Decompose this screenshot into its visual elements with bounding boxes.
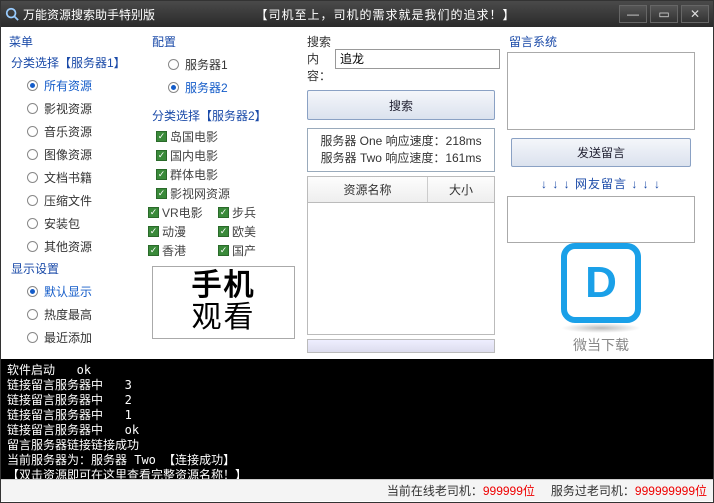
category-radio-2[interactable]: 音乐资源 xyxy=(7,120,140,143)
center-panel: 搜索内容： 搜索 服务器 One 响应速度：218ms 服务器 Two 响应速度… xyxy=(301,27,501,359)
category-radio-6[interactable]: 安装包 xyxy=(7,212,140,235)
friends-msg-label: ↓ ↓ ↓ 网友留言 ↓ ↓ ↓ xyxy=(507,171,695,196)
search-input[interactable] xyxy=(335,49,500,69)
watermark-text: 微当下载 xyxy=(573,335,629,355)
app-title: 万能资源搜索助手特别版 xyxy=(23,6,155,23)
cat2-check-3[interactable]: ✓影视网资源 xyxy=(148,184,299,203)
category-radio-4[interactable]: 文档书籍 xyxy=(7,166,140,189)
cat2l-check-0[interactable]: ✓VR电影 xyxy=(148,203,218,222)
cat2-check-0[interactable]: ✓岛国电影 xyxy=(148,127,299,146)
speed-line2: 服务器 Two 响应速度：161ms xyxy=(312,150,490,167)
main-area: 菜单 分类选择【服务器1】 所有资源影视资源音乐资源图像资源文档书籍压缩文件安装… xyxy=(1,27,713,359)
category-radio-3[interactable]: 图像资源 xyxy=(7,143,140,166)
search-label: 搜索内容： xyxy=(307,33,331,84)
minimize-button[interactable]: ― xyxy=(619,5,647,23)
config-label: 配置 xyxy=(152,33,299,50)
online-label: 当前在线老司机： xyxy=(387,484,483,498)
speed-line1: 服务器 One 响应速度：218ms xyxy=(312,133,490,150)
promo-box[interactable]: 手机 观看 xyxy=(152,266,295,339)
display-group-label: 显示设置 xyxy=(11,260,140,277)
server-radio-0[interactable]: 服务器1 xyxy=(148,53,299,76)
cat2l-check-1[interactable]: ✓动漫 xyxy=(148,222,218,241)
console-log: 软件启动 ok 链接留言服务器中 3 链接留言服务器中 2 链接留言服务器中 1… xyxy=(1,359,713,479)
category2-label: 分类选择【服务器2】 xyxy=(152,107,299,124)
maximize-button[interactable]: ▭ xyxy=(650,5,678,23)
cat2r-check-0[interactable]: ✓步兵 xyxy=(218,203,288,222)
promo-line2: 观看 xyxy=(155,301,292,334)
category-group-label: 分类选择【服务器1】 xyxy=(11,54,140,71)
cat2l-check-2[interactable]: ✓香港 xyxy=(148,241,218,260)
menu-title: 菜单 xyxy=(9,33,140,50)
promo-line1: 手机 xyxy=(155,271,292,301)
message-list[interactable] xyxy=(507,196,695,243)
category-radio-1[interactable]: 影视资源 xyxy=(7,97,140,120)
served-value: 999999999位 xyxy=(635,484,707,498)
online-value: 999999位 xyxy=(483,484,535,498)
category-radio-7[interactable]: 其他资源 xyxy=(7,235,140,258)
cat2-check-2[interactable]: ✓群体电影 xyxy=(148,165,299,184)
titlebar: 万能资源搜索助手特别版 【司机至上，司机的需求就是我们的追求！】 ― ▭ ✕ xyxy=(1,1,713,27)
cat2r-check-2[interactable]: ✓国产 xyxy=(218,241,288,260)
server-radio-1[interactable]: 服务器2 xyxy=(148,76,299,99)
watermark-logo: D xyxy=(561,243,641,323)
display-radio-0[interactable]: 默认显示 xyxy=(7,280,140,303)
result-list[interactable] xyxy=(307,203,495,335)
display-radio-1[interactable]: 热度最高 xyxy=(7,303,140,326)
send-message-button[interactable]: 发送留言 xyxy=(511,138,691,167)
display-radio-2[interactable]: 最近添加 xyxy=(7,326,140,349)
app-slogan: 【司机至上，司机的需求就是我们的追求！】 xyxy=(155,6,616,23)
speed-box: 服务器 One 响应速度：218ms 服务器 Two 响应速度：161ms xyxy=(307,128,495,172)
horizontal-scrollbar[interactable] xyxy=(307,339,495,353)
right-panel: 留言系统 发送留言 ↓ ↓ ↓ 网友留言 ↓ ↓ ↓ D 微当下载 xyxy=(501,27,701,359)
th-size: 大小 xyxy=(428,177,494,202)
mid-panel: 配置 服务器1服务器2 分类选择【服务器2】 ✓岛国电影✓国内电影✓群体电影✓影… xyxy=(146,27,301,359)
category-radio-5[interactable]: 压缩文件 xyxy=(7,189,140,212)
search-button[interactable]: 搜索 xyxy=(307,90,495,120)
left-panel: 菜单 分类选择【服务器1】 所有资源影视资源音乐资源图像资源文档书籍压缩文件安装… xyxy=(1,27,146,359)
cat2-check-1[interactable]: ✓国内电影 xyxy=(148,146,299,165)
table-header: 资源名称 大小 xyxy=(307,176,495,203)
message-input[interactable] xyxy=(507,52,695,130)
th-name: 资源名称 xyxy=(308,177,428,202)
watermark: D 微当下载 xyxy=(507,243,695,355)
close-button[interactable]: ✕ xyxy=(681,5,709,23)
app-icon xyxy=(5,7,19,21)
status-bar: 当前在线老司机：999999位 服务过老司机：999999999位 xyxy=(1,479,713,501)
message-title: 留言系统 xyxy=(507,31,695,52)
category-radio-0[interactable]: 所有资源 xyxy=(7,74,140,97)
cat2r-check-1[interactable]: ✓欧美 xyxy=(218,222,288,241)
served-label: 服务过老司机： xyxy=(551,484,635,498)
